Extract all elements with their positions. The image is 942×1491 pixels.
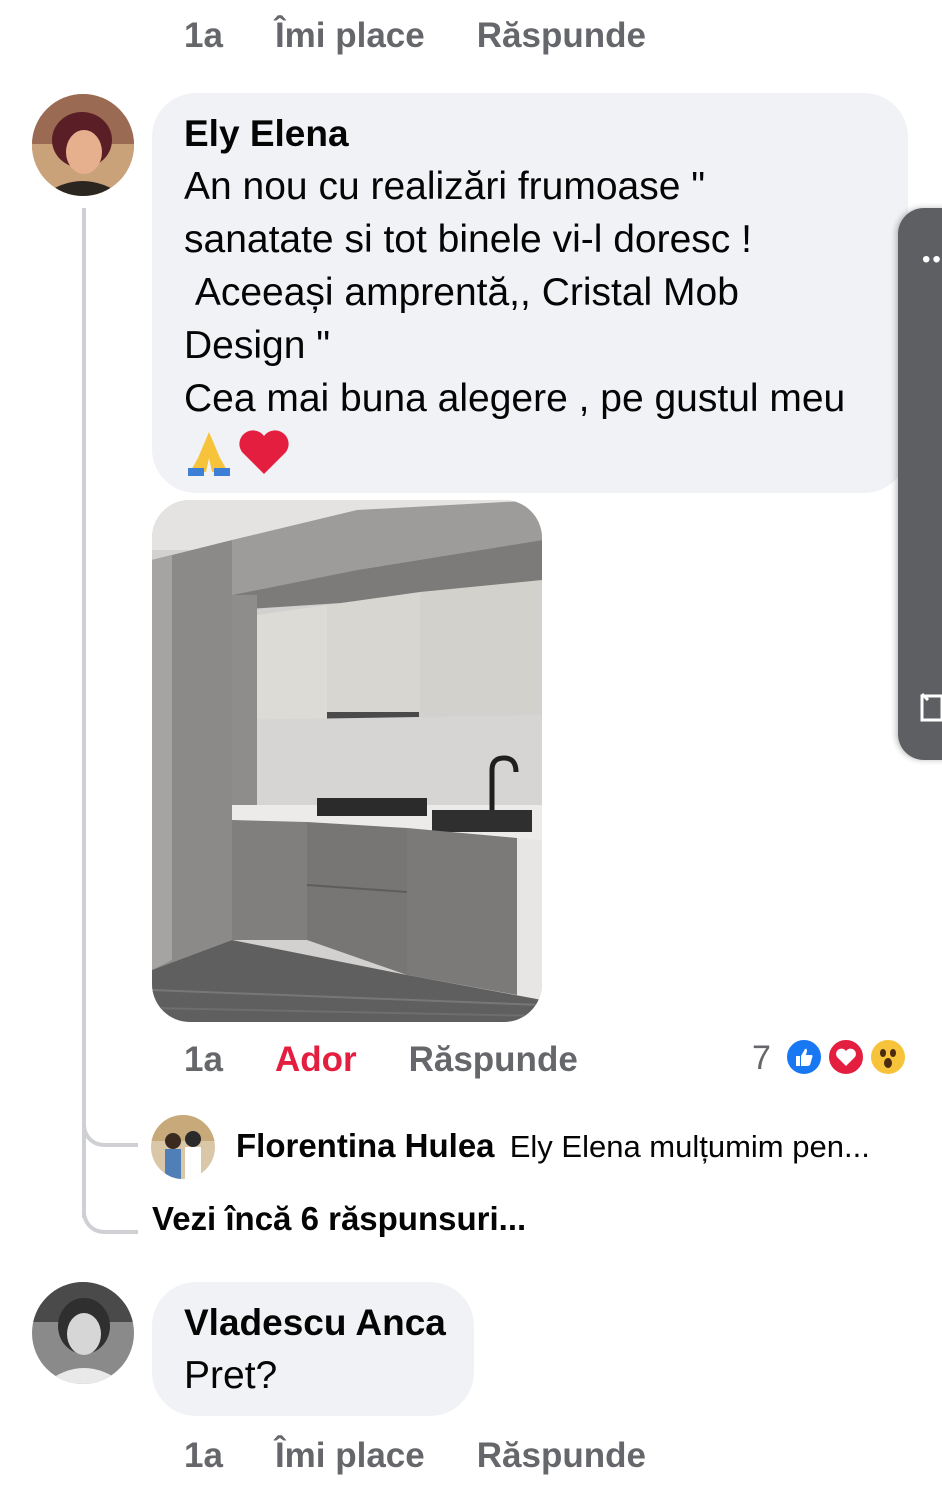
- like-button[interactable]: Îmi place: [275, 16, 425, 56]
- reply-text[interactable]: Ely Elena mulțumim pen...: [510, 1129, 870, 1164]
- comment-time: 1a: [184, 1040, 223, 1079]
- comment-author[interactable]: Ely Elena: [184, 113, 349, 155]
- comment-bubble-ely-elena: Ely Elena An nou cu realizări frumoase "…: [152, 93, 908, 493]
- like-button[interactable]: Îmi place: [275, 1436, 425, 1476]
- avatar-ely-elena[interactable]: [32, 94, 134, 196]
- view-more-replies-link[interactable]: Vezi încă 6 răspunsuri...: [152, 1200, 526, 1238]
- comment-text: An nou cu realizări frumoase " sanatate …: [184, 165, 846, 420]
- avatar-florentina-hulea[interactable]: [151, 1115, 215, 1179]
- reaction-count: 7: [752, 1039, 771, 1077]
- comment-emoji: [184, 428, 290, 476]
- thread-branch-more: [82, 1200, 138, 1234]
- thread-branch-reply: [82, 1115, 138, 1147]
- reply-author[interactable]: Florentina Hulea: [236, 1127, 495, 1164]
- reply-row-florentina: Florentina Hulea Ely Elena mulțumim pen.…: [236, 1127, 870, 1165]
- comment-text: Pret?: [184, 1354, 278, 1397]
- praying-hands-icon: [188, 432, 230, 476]
- wow-reaction-icon: [868, 1037, 908, 1077]
- love-button[interactable]: Ador: [275, 1040, 357, 1080]
- reply-button[interactable]: Răspunde: [477, 16, 646, 56]
- cast-icon[interactable]: [920, 692, 942, 726]
- thread-line: [82, 208, 86, 1218]
- comment-author[interactable]: Vladescu Anca: [184, 1302, 446, 1344]
- comment-actions-ely-elena: 1a Ador Răspunde: [184, 1040, 578, 1080]
- comment-time: 1a: [184, 16, 223, 55]
- kitchen-photo-image: [152, 500, 542, 1022]
- comment-time: 1a: [184, 1436, 223, 1475]
- reply-button[interactable]: Răspunde: [409, 1040, 578, 1080]
- more-dots-icon[interactable]: ••: [922, 246, 942, 274]
- like-reaction-icon: [784, 1037, 824, 1077]
- comment-bubble-vladescu-anca: Vladescu Anca Pret?: [152, 1282, 474, 1416]
- avatar-vladescu-anca[interactable]: [32, 1282, 134, 1384]
- top-comment-actions: 1a Îmi place Răspunde: [184, 16, 646, 56]
- heart-icon: [239, 430, 289, 474]
- comment-photo[interactable]: [152, 500, 542, 1022]
- love-reaction-icon: [826, 1037, 866, 1077]
- floating-side-panel[interactable]: ••: [898, 208, 942, 760]
- reply-button[interactable]: Răspunde: [477, 1436, 646, 1476]
- comment-actions-vladescu-anca: 1a Îmi place Răspunde: [184, 1436, 646, 1476]
- reactions-summary[interactable]: 7: [752, 1037, 922, 1081]
